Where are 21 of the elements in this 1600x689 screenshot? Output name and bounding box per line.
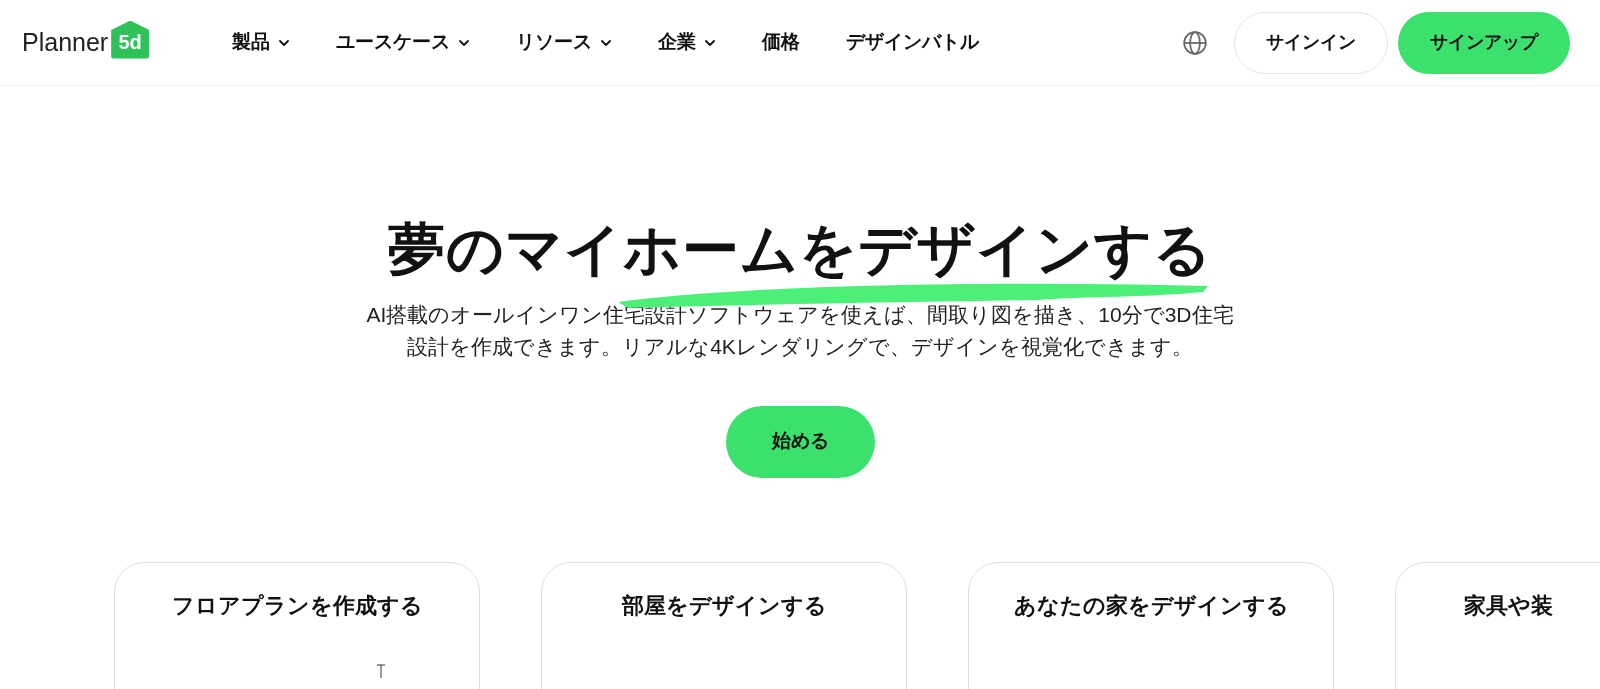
feature-card[interactable]: 部屋をデザインする — [541, 561, 907, 689]
nav-link[interactable]: 企業 — [658, 28, 716, 57]
card-title: 家具や装 — [1463, 591, 1554, 620]
nav-link[interactable]: デザインバトル — [846, 28, 979, 57]
nav-link[interactable]: 価格 — [762, 28, 800, 57]
card-title: あなたの家をデザインする — [1012, 591, 1290, 620]
hero-subtitle: 設計を作成できます。リアルな4Kレンダリングで、デザインを視覚化できます。 — [406, 333, 1194, 360]
get-started-button[interactable]: 始める — [725, 405, 875, 478]
feature-card[interactable]: フロアプランを作成する — [114, 561, 480, 689]
nav-link[interactable]: 製品 — [232, 28, 290, 57]
card-title: フロアプランを作成する — [170, 591, 424, 620]
feature-card[interactable]: 家具や装 — [1395, 561, 1600, 689]
sign-up-button[interactable]: サインアップ — [1398, 11, 1570, 74]
card-title: 部屋をデザインする — [620, 591, 828, 620]
logo-wordmark[interactable]: Planner — [22, 23, 109, 62]
sign-in-button[interactable]: サインイン — [1234, 11, 1388, 74]
feature-card[interactable]: あなたの家をデザインする — [968, 561, 1334, 689]
hero-title: 夢のマイホームをデザインする — [388, 218, 1212, 281]
globe-icon[interactable] — [1182, 29, 1208, 56]
nav-link[interactable]: ユースケース — [336, 28, 470, 57]
nav-link[interactable]: リソース — [516, 28, 612, 57]
